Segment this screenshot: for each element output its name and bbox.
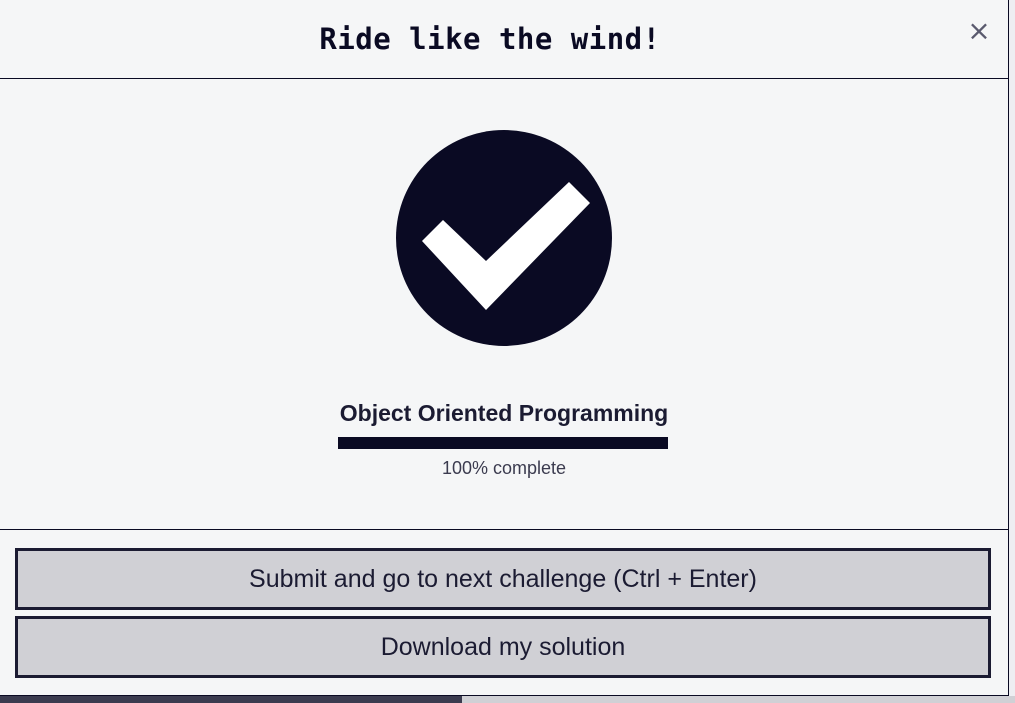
submit-next-button[interactable]: Submit and go to next challenge (Ctrl + … [15, 548, 991, 610]
progress-text: 100% complete [441, 458, 567, 478]
progress-bar-fill [338, 437, 668, 449]
progress-bar [338, 437, 668, 449]
page-backdrop-edge [1009, 0, 1015, 703]
page-backdrop-bottom-dark [0, 696, 462, 703]
check-circle-icon [396, 130, 612, 346]
modal-body: Object Oriented Programming 100% complet… [0, 79, 1008, 530]
modal-footer: Submit and go to next challenge (Ctrl + … [0, 530, 1008, 695]
modal-header: Ride like the wind! × [0, 0, 1008, 79]
download-solution-button[interactable]: Download my solution [15, 616, 991, 678]
modal-title: Ride like the wind! [319, 22, 661, 56]
close-button[interactable]: × [966, 17, 992, 45]
block-title: Object Oriented Programming [339, 400, 669, 426]
completion-modal: Ride like the wind! × Object Oriented Pr… [0, 0, 1009, 696]
